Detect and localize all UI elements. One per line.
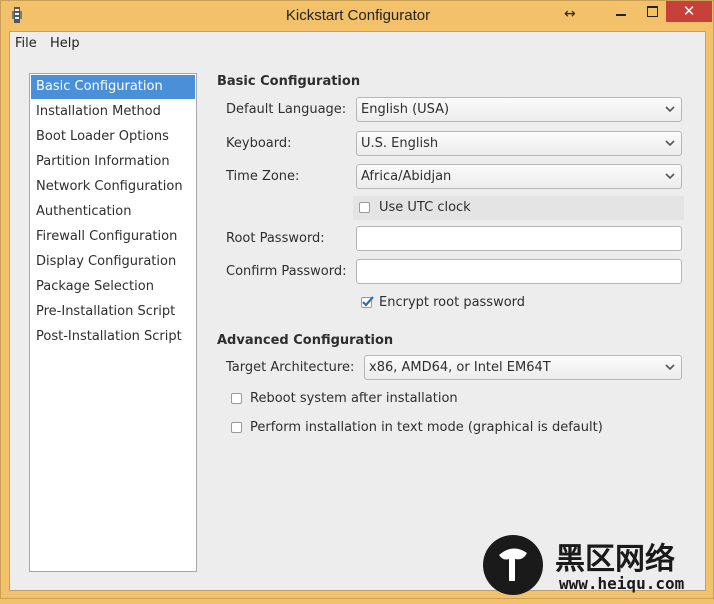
close-icon: ✕ xyxy=(682,2,696,20)
menu-bar: File Help xyxy=(10,32,705,56)
basic-configuration-heading: Basic Configuration xyxy=(217,74,361,89)
category-list: Basic Configuration Installation Method … xyxy=(29,73,197,572)
minimize-button[interactable] xyxy=(606,1,636,22)
maximize-button[interactable] xyxy=(637,1,667,22)
confirm-password-label: Confirm Password: xyxy=(226,264,347,279)
target-architecture-value: x86, AMD64, or Intel EM64T xyxy=(369,360,551,375)
reboot-after-install-label[interactable]: Reboot system after installation xyxy=(250,391,458,406)
watermark-url: www.heiqu.com xyxy=(559,574,685,593)
target-architecture-select[interactable]: x86, AMD64, or Intel EM64T xyxy=(364,355,682,380)
time-zone-value: Africa/Abidjan xyxy=(361,169,452,184)
maximize-icon xyxy=(647,6,658,17)
sidebar-item-network-configuration[interactable]: Network Configuration xyxy=(31,175,195,199)
sidebar-item-authentication[interactable]: Authentication xyxy=(31,200,195,224)
chevron-down-icon xyxy=(665,173,675,180)
sidebar-item-display-configuration[interactable]: Display Configuration xyxy=(31,250,195,274)
sidebar-item-firewall-configuration[interactable]: Firewall Configuration xyxy=(31,225,195,249)
keyboard-value: U.S. English xyxy=(361,136,439,151)
encrypt-root-password-checkbox[interactable] xyxy=(361,296,374,308)
target-architecture-label: Target Architecture: xyxy=(226,360,355,375)
app-window: Kickstart Configurator ↔ ✕ File Help Bas… xyxy=(0,0,714,599)
sidebar-item-boot-loader-options[interactable]: Boot Loader Options xyxy=(31,125,195,149)
sidebar-item-pre-installation-script[interactable]: Pre-Installation Script xyxy=(31,300,195,324)
minimize-icon xyxy=(616,14,626,16)
sidebar-item-basic-configuration[interactable]: Basic Configuration xyxy=(31,75,195,99)
menu-file[interactable]: File xyxy=(15,36,37,51)
sidebar-item-post-installation-script[interactable]: Post-Installation Script xyxy=(31,325,195,349)
title-bar[interactable]: Kickstart Configurator ↔ ✕ xyxy=(1,1,713,31)
text-mode-install-label[interactable]: Perform installation in text mode (graph… xyxy=(250,420,603,435)
default-language-value: English (USA) xyxy=(361,102,450,117)
sidebar-item-partition-information[interactable]: Partition Information xyxy=(31,150,195,174)
utc-clock-label[interactable]: Use UTC clock xyxy=(379,200,471,215)
keyboard-select[interactable]: U.S. English xyxy=(356,131,682,156)
text-mode-install-checkbox[interactable] xyxy=(231,422,242,433)
keyboard-label: Keyboard: xyxy=(226,136,292,151)
sidebar-item-package-selection[interactable]: Package Selection xyxy=(31,275,195,299)
window-content: File Help Basic Configuration Installati… xyxy=(9,31,706,591)
root-password-label: Root Password: xyxy=(226,231,325,246)
reboot-after-install-checkbox[interactable] xyxy=(231,393,242,404)
default-language-label: Default Language: xyxy=(226,102,347,117)
chevron-down-icon xyxy=(665,364,675,371)
checkmark-icon xyxy=(362,296,374,307)
sidebar-item-installation-method[interactable]: Installation Method xyxy=(31,100,195,124)
utc-clock-checkbox[interactable] xyxy=(359,202,370,213)
watermark-logo: 黑区网络 www.heiqu.com xyxy=(483,535,685,595)
menu-help[interactable]: Help xyxy=(50,36,80,51)
chevron-down-icon xyxy=(665,140,675,147)
watermark: 黑区网络 www.heiqu.com xyxy=(479,531,714,600)
encrypt-root-password-label[interactable]: Encrypt root password xyxy=(379,295,525,310)
time-zone-select[interactable]: Africa/Abidjan xyxy=(356,164,682,189)
root-password-input[interactable] xyxy=(356,226,682,251)
resize-icon[interactable]: ↔ xyxy=(564,6,576,22)
advanced-configuration-heading: Advanced Configuration xyxy=(217,333,394,348)
time-zone-label: Time Zone: xyxy=(226,169,300,184)
default-language-select[interactable]: English (USA) xyxy=(356,97,682,122)
close-button[interactable]: ✕ xyxy=(666,1,712,22)
confirm-password-input[interactable] xyxy=(356,259,682,284)
chevron-down-icon xyxy=(665,106,675,113)
watermark-cn: 黑区网络 xyxy=(555,542,675,577)
